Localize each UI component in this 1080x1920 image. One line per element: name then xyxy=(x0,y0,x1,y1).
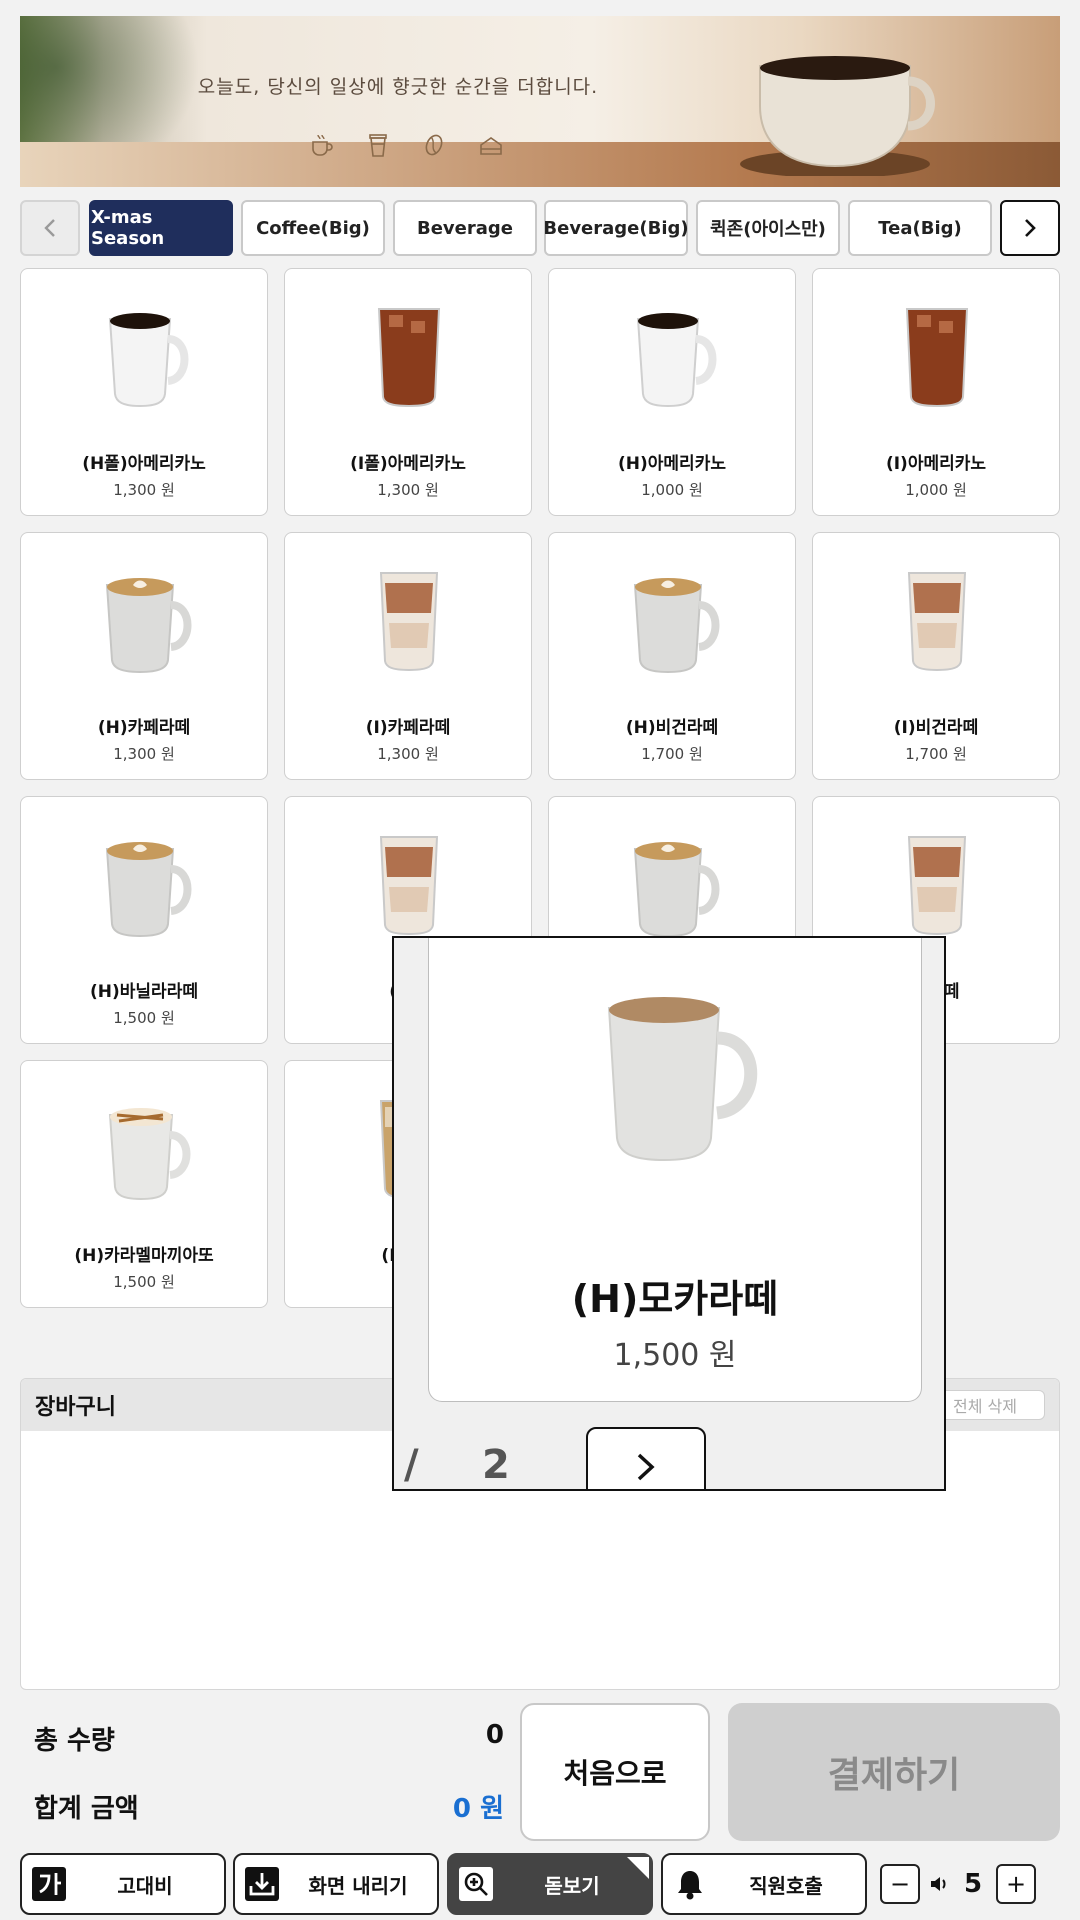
product-price: 1,300 원 xyxy=(113,745,175,763)
tab-quick-zone[interactable]: 퀵존(아이스만) xyxy=(696,200,840,256)
magnified-product-price: 1,500 원 xyxy=(613,1338,737,1373)
product-image xyxy=(887,299,987,409)
cake-icon xyxy=(478,132,502,158)
hero-banner: 오늘도, 당신의 일상에 향긋한 순간을 더합니다. xyxy=(20,16,1060,187)
category-bar: X-mas Season Coffee(Big) Beverage Bevera… xyxy=(20,200,1060,256)
product-name: (I폴)아메리카노 xyxy=(350,454,466,474)
product-price: 1,700 원 xyxy=(641,745,703,763)
product-image xyxy=(359,299,459,409)
product-card[interactable]: (H)카라멜마끼아또 1,500 원 xyxy=(20,1060,268,1308)
lower-screen-button[interactable]: 화면 내리기 xyxy=(233,1853,439,1915)
bell-icon xyxy=(673,1867,707,1901)
product-price: 1,300 원 xyxy=(113,481,175,499)
download-tray-icon xyxy=(245,1867,279,1901)
chevron-right-icon xyxy=(1025,219,1036,237)
product-name: (H)바닐라라떼 xyxy=(90,982,198,1002)
product-name: (H)아메리카노 xyxy=(618,454,726,474)
category-next-button[interactable] xyxy=(1000,200,1060,256)
total-amount-row: 합계 금액 0 원 xyxy=(34,1788,504,1825)
coffee-cup-icon xyxy=(310,132,334,158)
product-image xyxy=(95,299,195,409)
total-quantity-value: 0 xyxy=(485,1720,504,1750)
high-contrast-button[interactable]: 고대비 xyxy=(20,1853,226,1915)
product-image xyxy=(95,1091,195,1201)
product-price: 1,700 원 xyxy=(905,745,967,763)
product-price: 1,000 원 xyxy=(905,481,967,499)
product-name: (H)카페라떼 xyxy=(97,718,191,738)
product-name: (H)비건라떼 xyxy=(625,718,719,738)
home-button[interactable]: 처음으로 xyxy=(520,1703,710,1841)
product-price: 1,300 원 xyxy=(377,481,439,499)
product-name: (H)카라멜마끼아또 xyxy=(74,1246,214,1266)
chevron-left-icon xyxy=(44,219,55,237)
call-staff-button[interactable]: 직원호출 xyxy=(661,1853,867,1915)
coffee-cup-image xyxy=(740,56,935,176)
product-image xyxy=(359,563,459,673)
total-quantity-label: 총 수량 xyxy=(34,1726,115,1756)
accessibility-bar: 고대비 화면 내리기 돋보기 직원호출 − 5 + xyxy=(0,1853,1080,1915)
pay-button[interactable]: 결제하기 xyxy=(728,1703,1060,1841)
call-staff-label: 직원호출 xyxy=(749,1873,823,1898)
mocha-latte-image xyxy=(607,997,758,1162)
product-name: (I)비건라떼 xyxy=(893,718,979,738)
product-card[interactable]: (I폴)아메리카노 1,300 원 xyxy=(284,268,532,516)
product-image xyxy=(623,827,723,938)
chevron-right-icon xyxy=(637,1453,655,1481)
product-card[interactable]: (I)아메리카노 1,000 원 xyxy=(812,268,1060,516)
product-name: (H폴)아메리카노 xyxy=(82,454,206,474)
volume-control: − 5 + xyxy=(880,1853,1060,1915)
product-card[interactable]: (H)비건라떼 1,700 원 xyxy=(548,532,796,780)
order-summary: 총 수량 0 합계 금액 0 원 xyxy=(20,1700,504,1844)
total-quantity-row: 총 수량 0 xyxy=(34,1720,504,1757)
magnifier-icon xyxy=(459,1867,493,1901)
magnified-product-name: (H)모카라떼 xyxy=(571,1277,779,1321)
product-card[interactable]: (I)카페라떼 1,300 원 xyxy=(284,532,532,780)
product-name: (I)아메리카노 xyxy=(885,454,987,474)
total-amount-label: 합계 금액 xyxy=(34,1794,139,1824)
volume-up-button[interactable]: + xyxy=(996,1864,1036,1904)
product-image xyxy=(887,563,987,673)
magnified-product-card[interactable]: (H)모카라떼 1,500 원 xyxy=(428,938,922,1402)
magnifier-button[interactable]: 돋보기 xyxy=(447,1853,653,1915)
product-image xyxy=(623,299,723,409)
product-image xyxy=(95,827,195,938)
active-corner-indicator xyxy=(627,1857,649,1879)
tab-coffee-big[interactable]: Coffee(Big) xyxy=(241,200,385,256)
product-card[interactable]: (I)비건라떼 1,700 원 xyxy=(812,532,1060,780)
pager-separator: / xyxy=(404,1442,419,1488)
coffee-bean-icon xyxy=(422,132,446,158)
banner-slogan: 오늘도, 당신의 일상에 향긋한 순간을 더합니다. xyxy=(197,76,599,98)
pager-next-button[interactable] xyxy=(586,1427,706,1489)
product-card[interactable]: (H)바닐라라떼 1,500 원 xyxy=(20,796,268,1044)
pager-total: 2 xyxy=(482,1442,510,1488)
product-card[interactable]: (H폴)아메리카노 1,300 원 xyxy=(20,268,268,516)
tab-beverage-big[interactable]: Beverage(Big) xyxy=(543,200,689,256)
product-price: 1,500 원 xyxy=(113,1273,175,1291)
product-image xyxy=(95,563,195,674)
tab-x-mas-season[interactable]: X-mas Season xyxy=(89,200,233,256)
lower-screen-label: 화면 내리기 xyxy=(308,1873,408,1898)
product-image xyxy=(359,827,459,937)
volume-level: 5 xyxy=(963,1869,983,1899)
product-card[interactable]: (H)카페라떼 1,300 원 xyxy=(20,532,268,780)
volume-down-button[interactable]: − xyxy=(880,1864,920,1904)
tab-beverage[interactable]: Beverage xyxy=(393,200,537,256)
product-name: (I)카페라떼 xyxy=(365,718,451,738)
product-price: 1,500 원 xyxy=(113,1009,175,1027)
speaker-icon xyxy=(931,1877,946,1891)
takeout-cup-icon xyxy=(366,132,390,158)
product-image xyxy=(887,827,987,937)
tab-tea-big[interactable]: Tea(Big) xyxy=(848,200,992,256)
magnifier-popup: (H)모카라떼 1,500 원 / 2 xyxy=(392,936,946,1491)
total-amount-value: 0 원 xyxy=(452,1794,504,1824)
category-prev-button[interactable] xyxy=(20,200,80,256)
product-price: 1,000 원 xyxy=(641,481,703,499)
product-image xyxy=(623,563,723,674)
high-contrast-label: 고대비 xyxy=(117,1873,173,1898)
cart-title: 장바구니 xyxy=(35,1395,116,1420)
product-price: 1,300 원 xyxy=(377,745,439,763)
banner-icons xyxy=(310,132,502,158)
product-card[interactable]: (H)아메리카노 1,000 원 xyxy=(548,268,796,516)
high-contrast-icon xyxy=(32,1867,66,1901)
